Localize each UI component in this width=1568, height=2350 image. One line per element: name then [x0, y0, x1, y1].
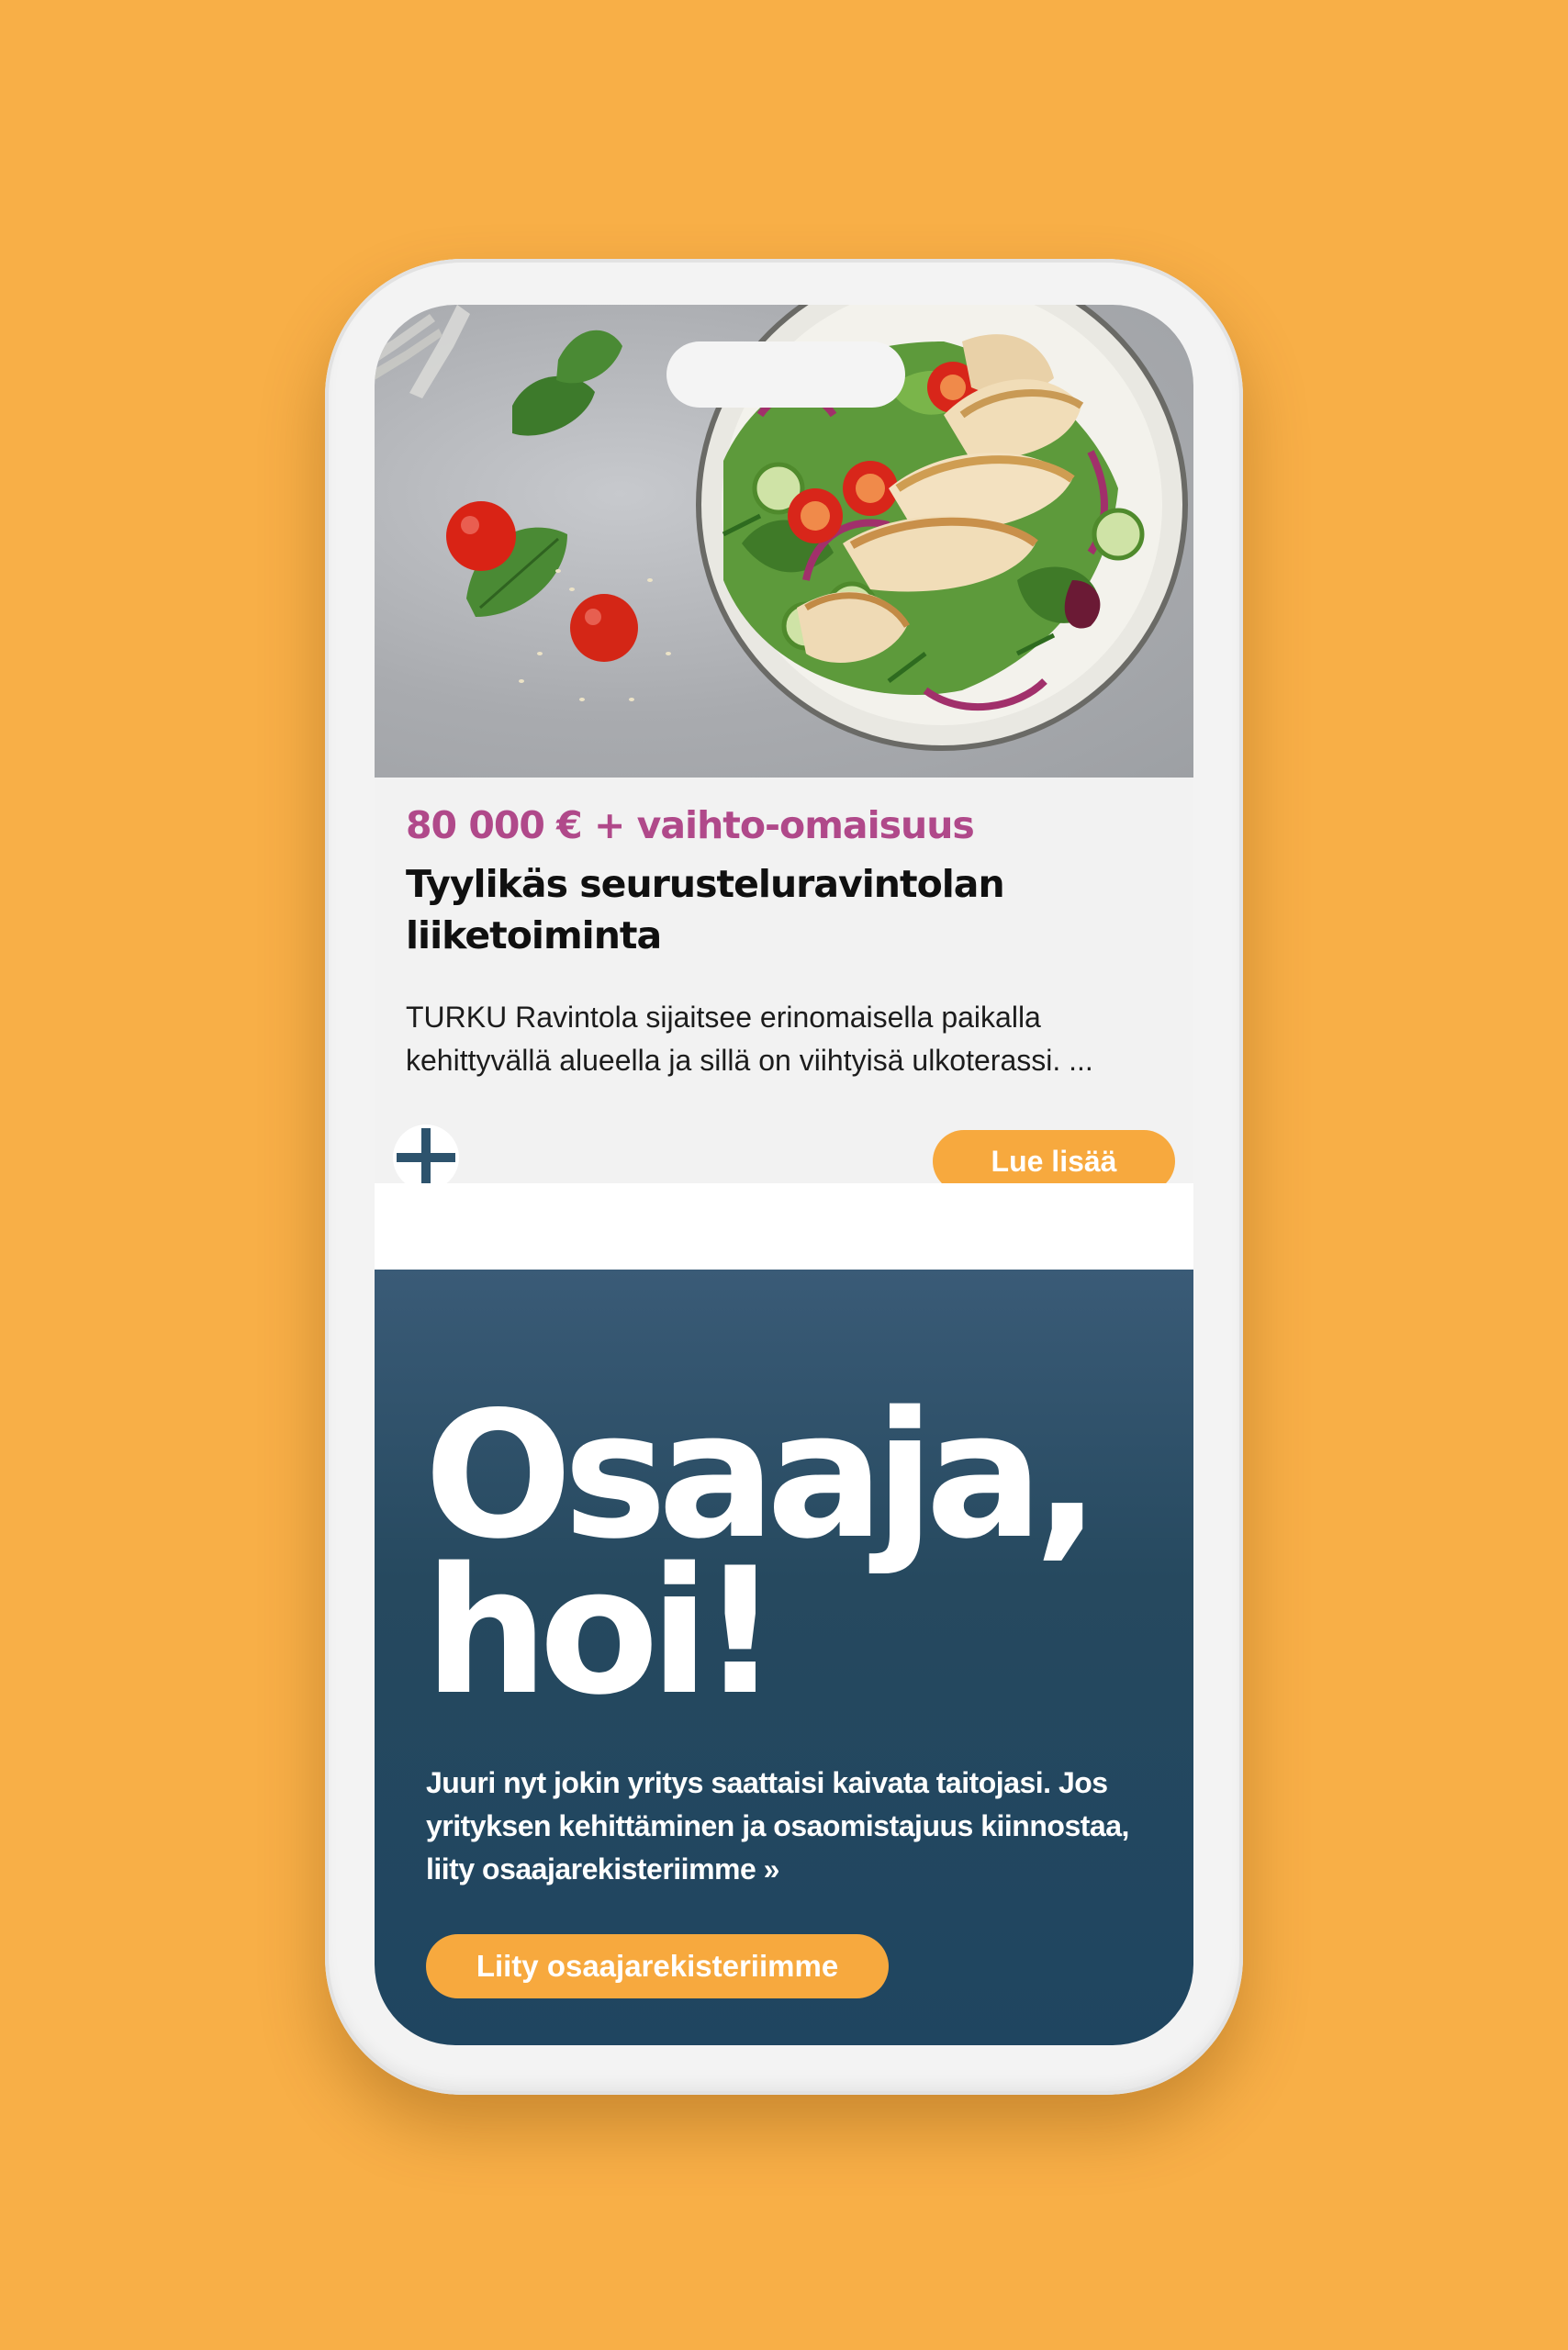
promo-headline: Osaaja, hoi!	[424, 1374, 1101, 1733]
fork-icon	[375, 305, 470, 398]
promo-text-link[interactable]: Juuri nyt jokin yritys saattaisi kaivata…	[426, 1762, 1151, 1891]
phone-screen: 80 000 € + vaihto-omaisuus Tyylikäs seur…	[375, 305, 1193, 2045]
phone-mockup: 80 000 € + vaihto-omaisuus Tyylikäs seur…	[325, 259, 1243, 2095]
listing-price: 80 000 € + vaihto-omaisuus	[406, 803, 975, 847]
plus-icon	[397, 1128, 455, 1187]
add-favorite-button[interactable]	[393, 1125, 459, 1191]
join-register-button[interactable]: Liity osaajarekisteriimme	[426, 1934, 889, 1998]
phone-notch	[666, 341, 905, 408]
talent-register-section: Osaaja, hoi! Juuri nyt jokin yritys saat…	[375, 1270, 1193, 2045]
listing-excerpt: TURKU Ravintola sijaitsee erinomaisella …	[406, 1001, 1093, 1077]
listing-card: 80 000 € + vaihto-omaisuus Tyylikäs seur…	[375, 778, 1193, 1192]
section-divider	[375, 1183, 1193, 1270]
listing-title[interactable]: Tyylikäs seurusteluravintolan liiketoimi…	[406, 858, 1140, 961]
